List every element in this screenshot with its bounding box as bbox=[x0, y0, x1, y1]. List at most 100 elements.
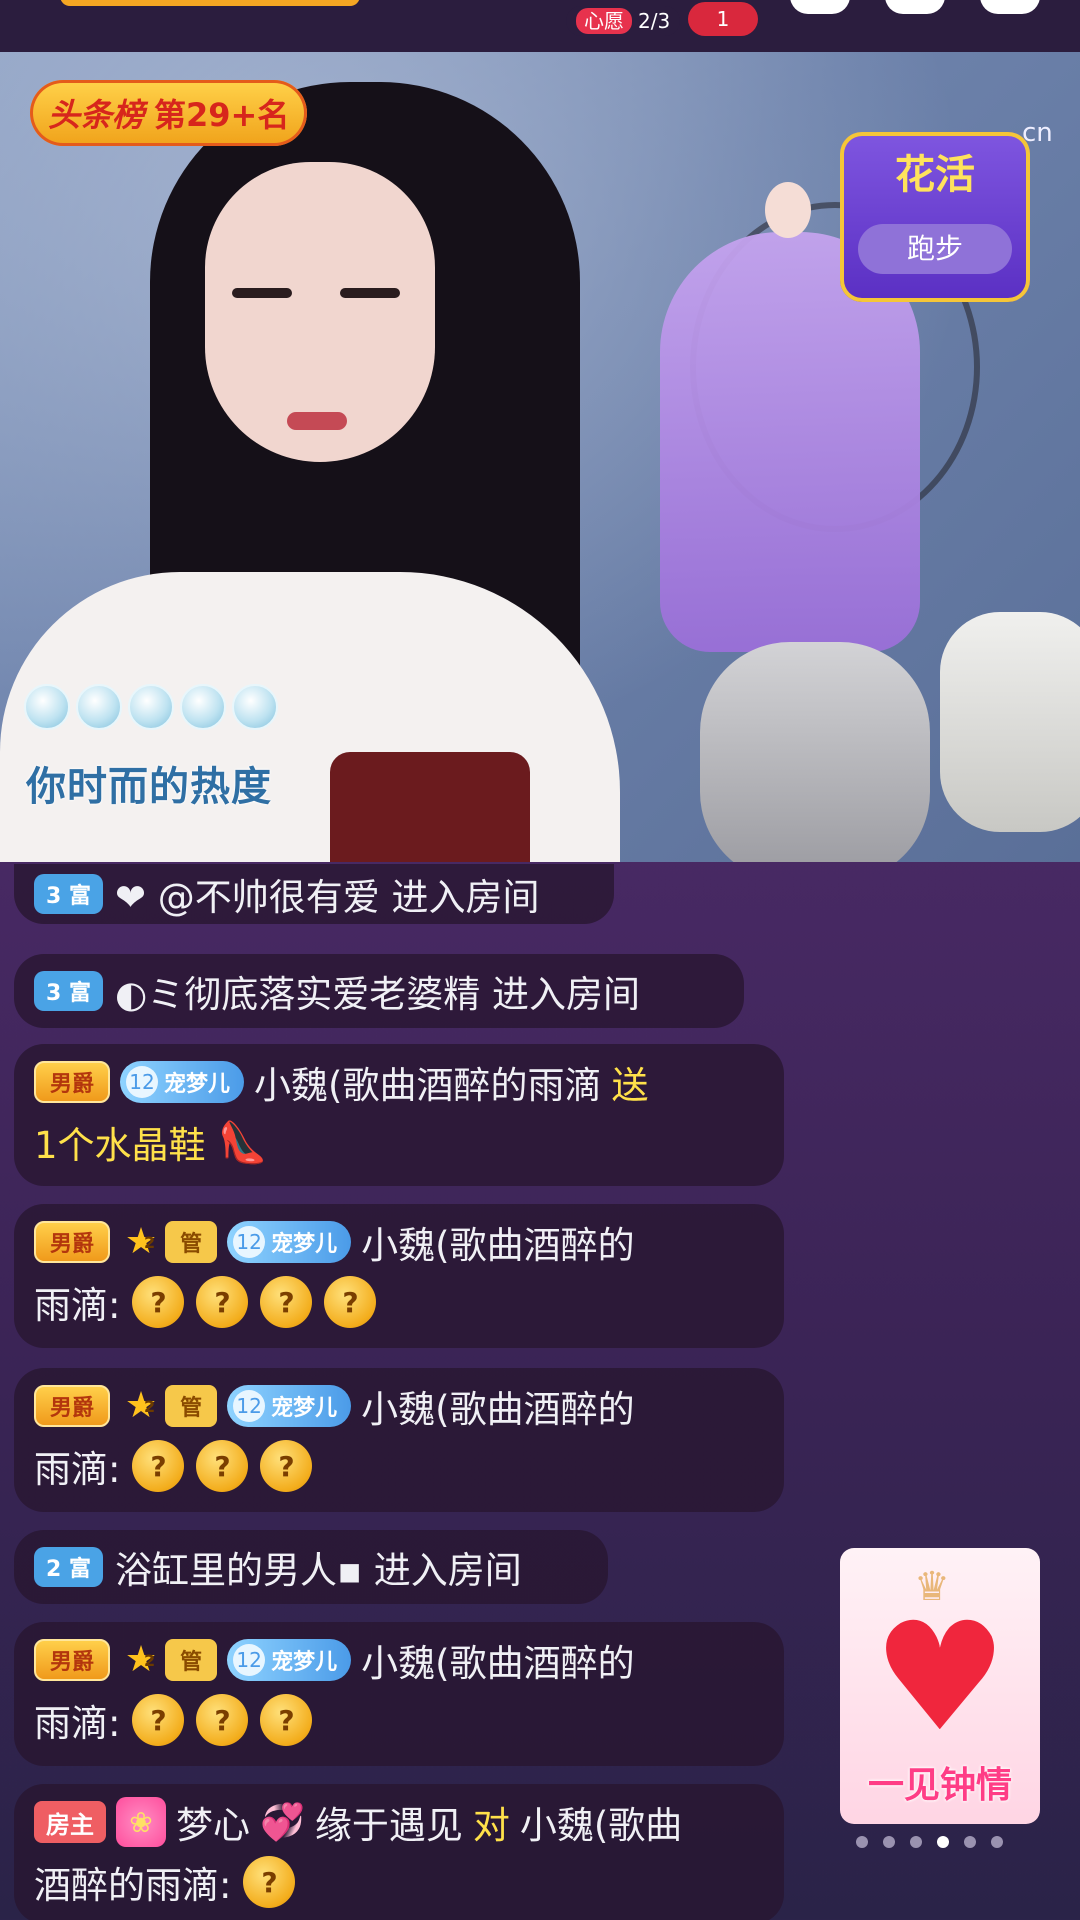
streamer-eye-right bbox=[340, 288, 400, 298]
status-top-bar: 心愿 2/3 1 bbox=[0, 0, 1080, 52]
username-cont: 雨滴: bbox=[34, 1702, 121, 1745]
headline-rank-badge[interactable]: 头条榜 第29+名 bbox=[30, 80, 308, 146]
fan-club-badge: 12 宠梦儿 bbox=[227, 1385, 352, 1427]
target-name-cont: 酒醉的雨滴: bbox=[34, 1864, 232, 1907]
noble-badge: 男爵 bbox=[34, 1639, 111, 1681]
heat-dot bbox=[76, 684, 122, 730]
message-text: ❤ @不帅很有爱 进入房间 bbox=[114, 876, 540, 919]
thinking-emoji-icon: ? bbox=[196, 1440, 249, 1492]
username[interactable]: 小魏(歌曲酒醉的 bbox=[361, 1379, 634, 1433]
chat-message-enter[interactable]: 3 富 ❤ @不帅很有爱 进入房间 bbox=[14, 864, 614, 924]
viewer-avatar-1[interactable] bbox=[790, 0, 850, 14]
wish-count: 2/3 bbox=[638, 9, 671, 33]
pager-dot[interactable] bbox=[991, 1836, 1003, 1848]
rank-label: 头条榜 bbox=[48, 96, 145, 134]
fan-club-name: 宠梦儿 bbox=[271, 1232, 338, 1257]
chat-message[interactable]: 男爵 ★ 2 管 12 宠梦儿 小魏(歌曲酒醉的 雨滴: ? ? ? ? bbox=[14, 1204, 784, 1348]
fan-heart-icon: 12 bbox=[126, 1066, 159, 1098]
username-cont: 雨滴: bbox=[34, 1448, 121, 1491]
fan-club-name: 宠梦儿 bbox=[164, 1072, 231, 1097]
gift-description: 1个水晶鞋 bbox=[34, 1124, 206, 1167]
microphone bbox=[700, 642, 930, 862]
pager-dot[interactable] bbox=[883, 1836, 895, 1848]
promo-pager[interactable] bbox=[856, 1836, 1003, 1848]
thinking-emoji-icon: ? bbox=[260, 1440, 313, 1492]
star-level: 2 bbox=[144, 1396, 156, 1416]
pager-dot[interactable] bbox=[856, 1836, 868, 1848]
thinking-emoji-icon: ? bbox=[243, 1856, 296, 1908]
streamer-lips bbox=[287, 412, 347, 430]
doll-head bbox=[765, 182, 811, 238]
lamp-decor bbox=[940, 612, 1080, 832]
username-cont: 雨滴: bbox=[34, 1284, 121, 1327]
streamer-top bbox=[330, 752, 530, 862]
noble-badge: 男爵 bbox=[34, 1385, 111, 1427]
rank-value: 第29+名 bbox=[154, 96, 290, 134]
double-heart-icon: 💞 bbox=[260, 1802, 305, 1843]
activity-button[interactable]: 跑步 bbox=[858, 224, 1012, 274]
star-level-icon: ★ bbox=[124, 1385, 158, 1426]
thinking-emoji-icon: ? bbox=[132, 1440, 185, 1492]
admin-badge: 管 bbox=[165, 1221, 218, 1263]
message-text: 浴缸里的男人▪ 进入房间 bbox=[114, 1549, 522, 1592]
activity-panel[interactable]: 花活 跑步 bbox=[840, 132, 1030, 302]
star-level-icon: ★ bbox=[124, 1639, 158, 1680]
streamer-eye-left bbox=[232, 288, 292, 298]
live-video[interactable]: 头条榜 第29+名 花活 跑步 cn 你时而的热度 bbox=[0, 52, 1080, 862]
fan-heart-icon: 12 bbox=[233, 1226, 266, 1258]
thinking-emoji-icon: ? bbox=[196, 1276, 249, 1328]
thinking-emoji-icon: ? bbox=[260, 1694, 313, 1746]
chat-message-enter[interactable]: 3 富 ◐ミ彻底落实爱老婆精 进入房间 bbox=[14, 954, 744, 1028]
watermark: cn bbox=[1022, 118, 1053, 148]
heat-dot bbox=[128, 684, 174, 730]
gift-verb: 送 bbox=[611, 1064, 649, 1107]
heart-icon: ♥ bbox=[872, 1591, 1008, 1765]
chat-message[interactable]: 男爵 ★ 2 管 12 宠梦儿 小魏(歌曲酒醉的 雨滴: ? ? ? bbox=[14, 1622, 784, 1766]
wish-progress[interactable]: 心愿 2/3 bbox=[566, 6, 681, 36]
admin-badge: 管 bbox=[165, 1639, 218, 1681]
pager-dot-active[interactable] bbox=[937, 1836, 949, 1848]
activity-title: 花活 bbox=[895, 152, 975, 198]
top-left-pill[interactable] bbox=[60, 0, 360, 6]
target-name[interactable]: 小魏(歌曲 bbox=[520, 1795, 682, 1849]
noble-badge: 男爵 bbox=[34, 1061, 111, 1103]
fan-club-name: 宠梦儿 bbox=[271, 1396, 338, 1421]
fan-club-badge: 12 宠梦儿 bbox=[120, 1061, 245, 1103]
host-badge: 房主 bbox=[34, 1801, 106, 1843]
username[interactable]: 小魏(歌曲酒醉的 bbox=[361, 1633, 634, 1687]
pager-dot[interactable] bbox=[964, 1836, 976, 1848]
viewer-avatar-2[interactable] bbox=[885, 0, 945, 14]
host-avatar: ❀ bbox=[116, 1797, 166, 1847]
sender-name-suffix: 缘于遇见 bbox=[314, 1804, 463, 1847]
chat-message-host[interactable]: 房主 ❀ 梦心 💞 缘于遇见 对 小魏(歌曲 酒醉的雨滴: ? bbox=[14, 1784, 784, 1920]
username[interactable]: 小魏(歌曲酒醉的 bbox=[361, 1215, 634, 1269]
chat-message-gift[interactable]: 男爵 12 宠梦儿 小魏(歌曲酒醉的雨滴 送 1个水晶鞋 👠 bbox=[14, 1044, 784, 1186]
to-word: 对 bbox=[472, 1804, 510, 1847]
noble-badge: 男爵 bbox=[34, 1221, 111, 1263]
pager-dot[interactable] bbox=[910, 1836, 922, 1848]
promo-card[interactable]: ♛ ♥ 一见钟情 bbox=[840, 1548, 1040, 1824]
star-level-icon: ★ bbox=[124, 1221, 158, 1262]
thinking-emoji-icon: ? bbox=[196, 1694, 249, 1746]
heat-meter bbox=[24, 684, 278, 730]
heat-dot bbox=[232, 684, 278, 730]
star-level: 2 bbox=[144, 1650, 156, 1670]
rich-level-badge: 2 富 bbox=[34, 1547, 103, 1587]
fan-club-badge: 12 宠梦儿 bbox=[227, 1221, 352, 1263]
heat-caption: 你时而的热度 bbox=[26, 764, 272, 810]
wish-label: 心愿 bbox=[576, 8, 632, 34]
chat-message[interactable]: 男爵 ★ 2 管 12 宠梦儿 小魏(歌曲酒醉的 雨滴: ? ? ? bbox=[14, 1368, 784, 1512]
promo-label: 一见钟情 bbox=[867, 1765, 1012, 1806]
thinking-emoji-icon: ? bbox=[324, 1276, 377, 1328]
message-text: ◐ミ彻底落实爱老婆精 进入房间 bbox=[114, 973, 641, 1016]
heart-count-badge[interactable]: 1 bbox=[688, 2, 758, 36]
fan-heart-icon: 12 bbox=[233, 1390, 266, 1422]
thinking-emoji-icon: ? bbox=[132, 1276, 185, 1328]
username[interactable]: 小魏(歌曲酒醉的雨滴 bbox=[254, 1055, 601, 1109]
viewer-avatar-3[interactable] bbox=[980, 0, 1040, 14]
chat-message-enter[interactable]: 2 富 浴缸里的男人▪ 进入房间 bbox=[14, 1530, 608, 1604]
fan-club-badge: 12 宠梦儿 bbox=[227, 1639, 352, 1681]
rich-level-badge: 3 富 bbox=[34, 971, 103, 1011]
heat-dot bbox=[24, 684, 70, 730]
sender-name[interactable]: 梦心 bbox=[176, 1795, 250, 1849]
